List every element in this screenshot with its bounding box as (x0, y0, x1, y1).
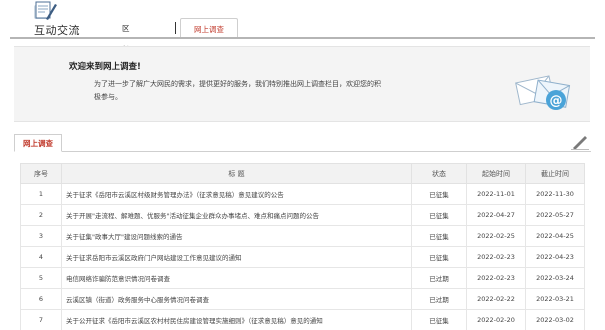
row-end-date: 2022-04-25 (525, 225, 585, 247)
welcome-text-line2: 极参与。 (94, 93, 122, 101)
table-row: 4 关于征求岳阳市云溪区政府门户网站建设工作意见建议的通知 已征集 2022-0… (20, 246, 585, 268)
pen-icon (571, 136, 589, 150)
row-title-link[interactable]: 关于征求《岳阳市云溪区村级财务管理办法》（征求意见稿）意见建议的公告 (61, 183, 412, 205)
row-index: 3 (20, 225, 62, 247)
table-row: 6 云溪区镇（街道）政务服务中心服务情况问卷调查 已过期 2022-02-22 … (20, 288, 585, 310)
row-index: 2 (20, 204, 62, 226)
site-header: 互动交流 区长信箱 网上调查 (0, 0, 605, 96)
table-row: 5 电信网络诈骗防范意识情况问卷调查 已过期 2022-02-23 2022-0… (20, 267, 585, 289)
row-index: 4 (20, 246, 62, 268)
nav-mailbox[interactable]: 区长信箱 (122, 18, 130, 96)
row-end-date: 2022-03-24 (525, 267, 585, 289)
nav-divider (175, 22, 176, 34)
row-index: 5 (20, 267, 62, 289)
row-start-date: 2022-02-22 (466, 288, 526, 310)
row-status: 已征集 (411, 309, 467, 330)
welcome-text-line1: 为了进一步了解广大网民的需求，提供更好的服务，我们特别推出网上调查栏目，欢迎您的… (94, 80, 381, 88)
logo-text: 互动交流 (34, 24, 80, 37)
col-header-title: 标 题 (61, 163, 412, 184)
row-status: 已征集 (411, 183, 467, 205)
row-end-date: 2022-03-21 (525, 288, 585, 310)
row-title-link[interactable]: 关于开展"走流程、解难题、优服务"活动征集企业群众办事堵点、难点和痛点问题的公告 (61, 204, 412, 226)
row-end-date: 2022-03-02 (525, 309, 585, 330)
row-end-date: 2022-04-23 (525, 246, 585, 268)
row-status: 已过期 (411, 267, 467, 289)
logo: 互动交流 (16, 0, 96, 40)
row-start-date: 2022-11-01 (466, 183, 526, 205)
row-index: 6 (20, 288, 62, 310)
header-divider (10, 37, 595, 39)
row-title-link[interactable]: 关于公开征求《岳阳市云溪区农村村民住房建设管理实施细则》（征求意见稿）意见的通知 (61, 309, 412, 330)
row-status: 已征集 (411, 225, 467, 247)
row-title-link[interactable]: 云溪区镇（街道）政务服务中心服务情况问卷调查 (61, 288, 412, 310)
row-status: 已征集 (411, 204, 467, 226)
table-row: 3 关于征集"政事大厅"建设问题线索的通告 已征集 2022-02-25 202… (20, 225, 585, 247)
document-pen-icon (34, 1, 57, 20)
table-row: 7 关于公开征求《岳阳市云溪区农村村民住房建设管理实施细则》（征求意见稿）意见的… (20, 309, 585, 330)
welcome-box: 欢迎来到网上调查! 为了进一步了解广大网民的需求，提供更好的服务，我们特别推出网… (14, 46, 590, 122)
col-header-index: 序号 (20, 163, 62, 184)
welcome-title: 欢迎来到网上调查! (69, 62, 141, 72)
tab-online-survey[interactable]: 网上调查 (14, 134, 62, 152)
row-index: 7 (20, 309, 62, 330)
row-start-date: 2022-04-27 (466, 204, 526, 226)
row-index: 1 (20, 183, 62, 205)
row-start-date: 2022-02-23 (466, 267, 526, 289)
table-header-row: 序号 标 题 状态 起始时间 截止时间 (20, 163, 585, 184)
row-title-link[interactable]: 关于征集"政事大厅"建设问题线索的通告 (61, 225, 412, 247)
row-start-date: 2022-02-20 (466, 309, 526, 330)
panel-divider (14, 151, 591, 152)
col-header-start: 起始时间 (466, 163, 526, 184)
col-header-end: 截止时间 (525, 163, 585, 184)
svg-text:@: @ (550, 94, 563, 109)
row-status: 已过期 (411, 288, 467, 310)
email-at-icon: @ (515, 75, 571, 110)
row-start-date: 2022-02-23 (466, 246, 526, 268)
nav-online-survey[interactable]: 网上调查 (180, 18, 238, 39)
row-title-link[interactable]: 关于征求岳阳市云溪区政府门户网站建设工作意见建议的通知 (61, 246, 412, 268)
table-row: 2 关于开展"走流程、解难题、优服务"活动征集企业群众办事堵点、难点和痛点问题的… (20, 204, 585, 226)
tab-label: 网上调查 (23, 139, 53, 148)
row-title-link[interactable]: 电信网络诈骗防范意识情况问卷调查 (61, 267, 412, 289)
row-status: 已征集 (411, 246, 467, 268)
survey-table: 序号 标 题 状态 起始时间 截止时间 1 关于征求《岳阳市云溪区村级财务管理办… (20, 163, 585, 330)
row-end-date: 2022-05-27 (525, 204, 585, 226)
row-end-date: 2022-11-30 (525, 183, 585, 205)
table-row: 1 关于征求《岳阳市云溪区村级财务管理办法》（征求意见稿）意见建议的公告 已征集… (20, 183, 585, 205)
col-header-status: 状态 (411, 163, 467, 184)
row-start-date: 2022-02-25 (466, 225, 526, 247)
